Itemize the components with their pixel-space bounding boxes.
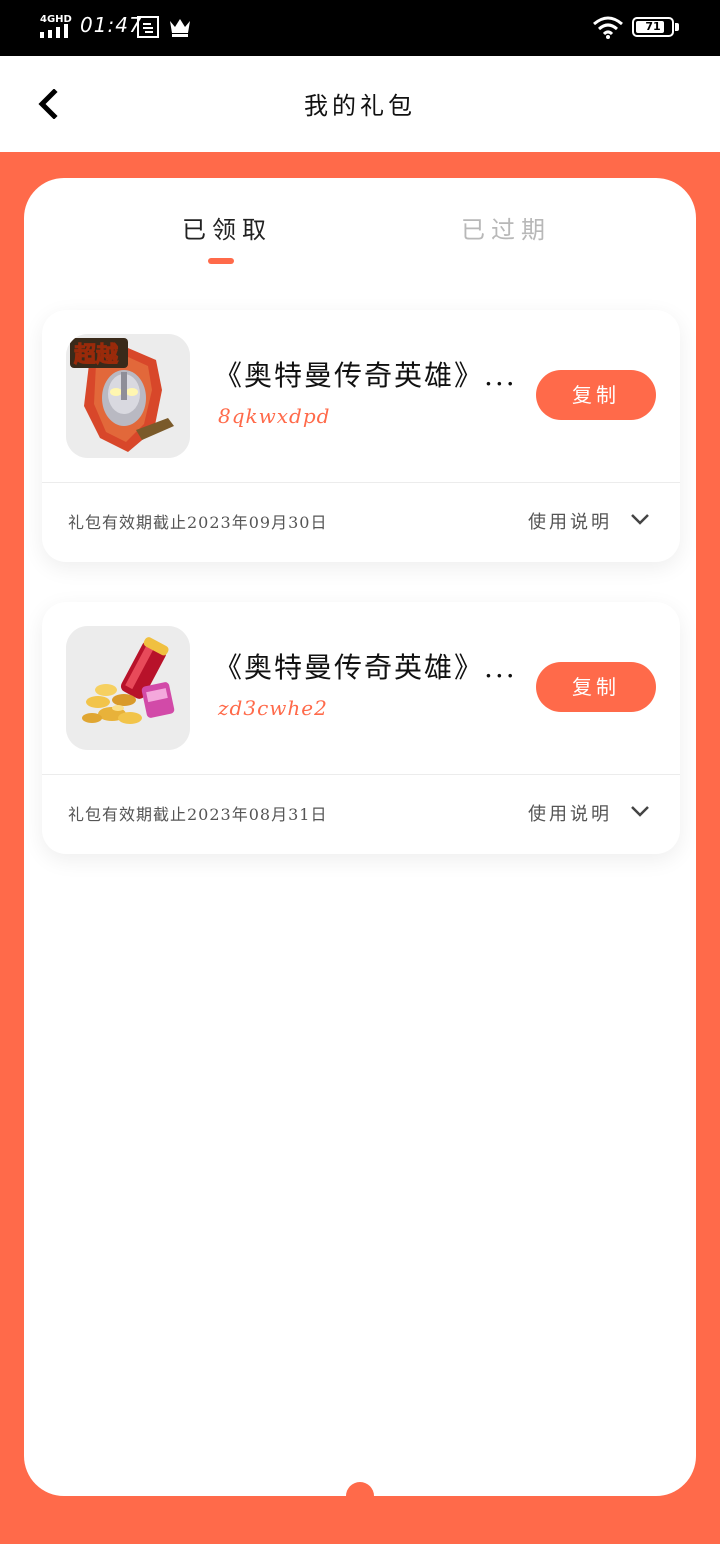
card-divider	[42, 482, 680, 483]
card-divider	[42, 774, 680, 775]
gift-code: zd3cwhe2	[218, 696, 328, 720]
expiry-date: 礼包有效期截止2023年09月30日	[68, 513, 328, 532]
battery-level: 71	[645, 20, 661, 33]
gift-card: 超越 《奥特曼传奇英雄》... 8qkwxdpd 复制 礼包有效期截止2023年…	[42, 310, 680, 562]
chevron-down-icon	[631, 514, 649, 525]
tab-expired[interactable]: 已过期	[461, 210, 551, 245]
scan-app-icon	[137, 16, 159, 38]
gift-card: 《奥特曼传奇英雄》... zd3cwhe2 复制 礼包有效期截止2023年08月…	[42, 602, 680, 854]
copy-button[interactable]: 复制	[536, 370, 656, 420]
game-name: 《奥特曼传奇英雄》...	[214, 359, 517, 392]
crown-icon	[170, 19, 190, 37]
tab-bar: 已领取 已过期	[24, 178, 696, 278]
copy-button[interactable]: 复制	[536, 662, 656, 712]
tab-claimed[interactable]: 已领取	[182, 210, 272, 245]
usage-instructions-toggle[interactable]: 使用说明	[526, 500, 662, 540]
gift-card-top: 《奥特曼传奇英雄》... zd3cwhe2 复制	[42, 602, 680, 774]
battery-icon: 71	[632, 17, 674, 37]
gift-code: 8qkwxdpd	[218, 404, 331, 428]
status-time: 01:47	[80, 13, 143, 37]
status-bar: 4GHD 01:47 71	[0, 0, 720, 56]
svg-text:超越: 超越	[74, 343, 119, 368]
game-name: 《奥特曼传奇英雄》...	[214, 651, 517, 684]
gold-coins-game-icon	[66, 626, 190, 750]
nav-bar: 我的礼包	[0, 56, 720, 152]
main-panel: 已领取 已过期 超越 《奥特曼传奇英雄》... 8qkwxdpd 复制 礼包有效…	[24, 178, 696, 1496]
ultraman-game-icon: 超越	[66, 334, 190, 458]
usage-label: 使用说明	[528, 804, 612, 825]
bottom-handle[interactable]	[346, 1482, 374, 1510]
wifi-icon	[593, 16, 623, 39]
signal-icon	[40, 24, 68, 38]
usage-label: 使用说明	[528, 512, 612, 533]
usage-instructions-toggle[interactable]: 使用说明	[526, 792, 662, 832]
gift-card-top: 超越 《奥特曼传奇英雄》... 8qkwxdpd 复制	[42, 310, 680, 482]
active-tab-indicator	[208, 258, 234, 264]
chevron-down-icon	[631, 806, 649, 817]
battery-tip	[675, 23, 679, 31]
expiry-date: 礼包有效期截止2023年08月31日	[68, 805, 328, 824]
page-title: 我的礼包	[304, 92, 416, 120]
